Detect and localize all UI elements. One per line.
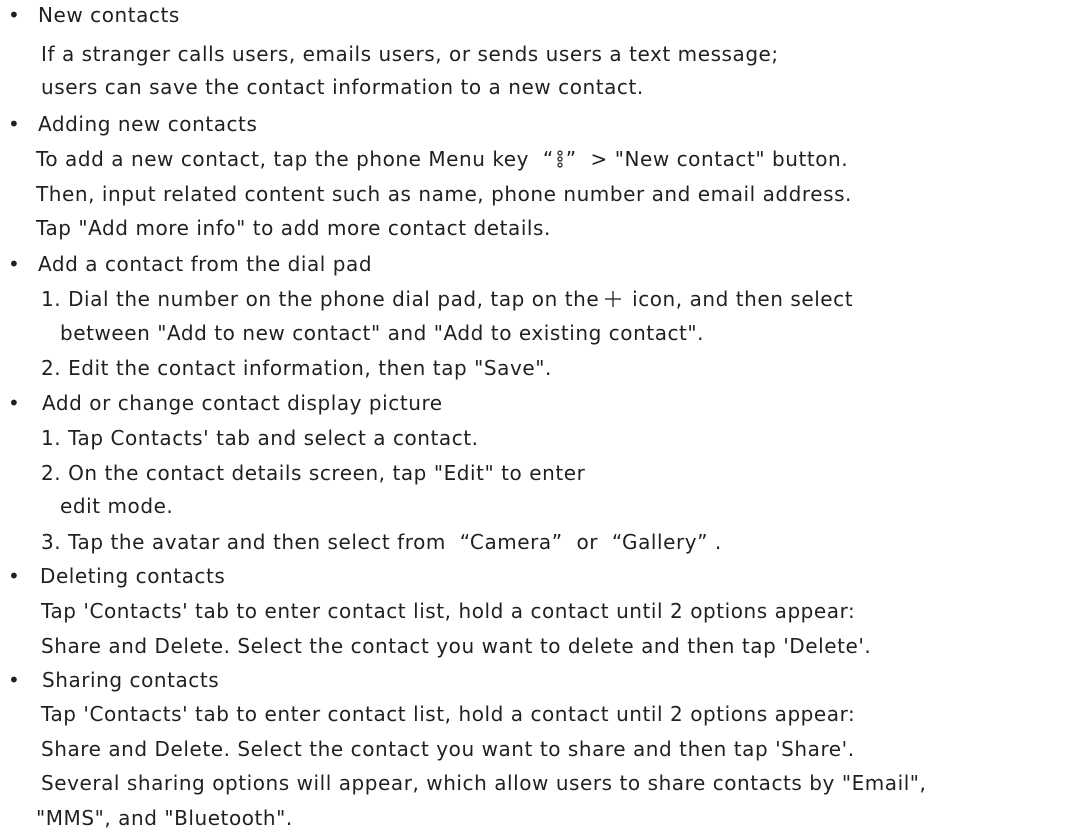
section-text-line: Several sharing options will appear, whi… <box>41 771 927 795</box>
plus-icon <box>605 290 622 307</box>
section-title-adding-new-contacts: Adding new contacts <box>38 112 258 136</box>
section-text-line: 2. On the contact details screen, tap "E… <box>41 461 586 485</box>
bullet-icon: • <box>8 252 20 276</box>
section-title-add-from-dial-pad: Add a contact from the dial pad <box>38 252 373 276</box>
section-text-line: edit mode. <box>60 494 174 518</box>
bullet-icon: • <box>8 668 20 692</box>
section-text-line: Share and Delete. Select the contact you… <box>41 634 872 658</box>
section-text-line: Tap 'Contacts' tab to enter contact list… <box>41 599 856 623</box>
bullet-icon: • <box>8 112 20 136</box>
section-title-sharing-contacts: Sharing contacts <box>42 668 220 692</box>
section-title-deleting-contacts: Deleting contacts <box>40 564 226 588</box>
section-text-line-with-menu-icon: To add a new contact, tap the phone Menu… <box>36 146 848 172</box>
document-page: • New contacts If a stranger calls users… <box>0 0 1085 833</box>
text-before-icon: To add a new contact, tap the phone Menu… <box>36 147 554 171</box>
section-text-line: Tap 'Contacts' tab to enter contact list… <box>41 702 856 726</box>
section-text-line: 3. Tap the avatar and then select from “… <box>41 530 722 554</box>
text-after-icon: icon, and then select <box>625 287 854 311</box>
section-text-line: 2. Edit the contact information, then ta… <box>41 356 552 380</box>
text-before-icon: 1. Dial the number on the phone dial pad… <box>41 287 600 311</box>
section-text-line: Then, input related content such as name… <box>36 182 852 206</box>
bullet-icon: • <box>8 3 20 27</box>
section-title-display-picture: Add or change contact display picture <box>42 391 443 415</box>
section-text-line-with-plus-icon: 1. Dial the number on the phone dial pad… <box>41 286 853 312</box>
text-after-icon: ” > "New contact" button. <box>565 147 849 171</box>
section-text-line: users can save the contact information t… <box>41 75 644 99</box>
section-text-line: If a stranger calls users, emails users,… <box>41 42 779 66</box>
section-title-new-contacts: New contacts <box>38 3 180 27</box>
section-text-line: between "Add to new contact" and "Add to… <box>60 321 705 345</box>
section-text-line: 1. Tap Contacts' tab and select a contac… <box>41 426 479 450</box>
section-text-line: Share and Delete. Select the contact you… <box>41 737 855 761</box>
section-text-line: Tap "Add more info" to add more contact … <box>36 216 551 240</box>
bullet-icon: • <box>8 564 20 588</box>
bullet-icon: • <box>8 391 20 415</box>
section-text-line: "MMS", and "Bluetooth". <box>36 806 293 830</box>
menu-vertical-dots-icon <box>557 149 563 168</box>
